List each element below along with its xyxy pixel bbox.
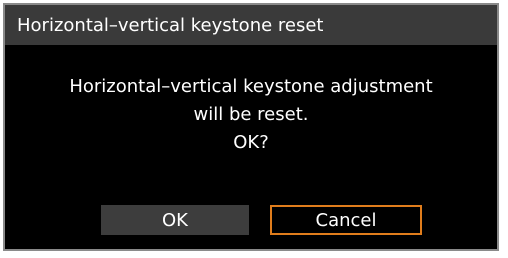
message-line-1: Horizontal–vertical keystone adjustment (69, 76, 433, 97)
dialog-titlebar: Horizontal–vertical keystone reset (5, 5, 497, 45)
ok-button[interactable]: OK (101, 205, 249, 235)
dialog-title: Horizontal–vertical keystone reset (17, 14, 324, 36)
keystone-reset-dialog: Horizontal–vertical keystone reset Horiz… (3, 3, 499, 251)
message-line-3: OK? (233, 132, 269, 153)
dialog-message: Horizontal–vertical keystone adjustment … (5, 73, 497, 157)
message-line-2: will be reset. (193, 104, 309, 125)
cancel-button[interactable]: Cancel (270, 205, 422, 235)
